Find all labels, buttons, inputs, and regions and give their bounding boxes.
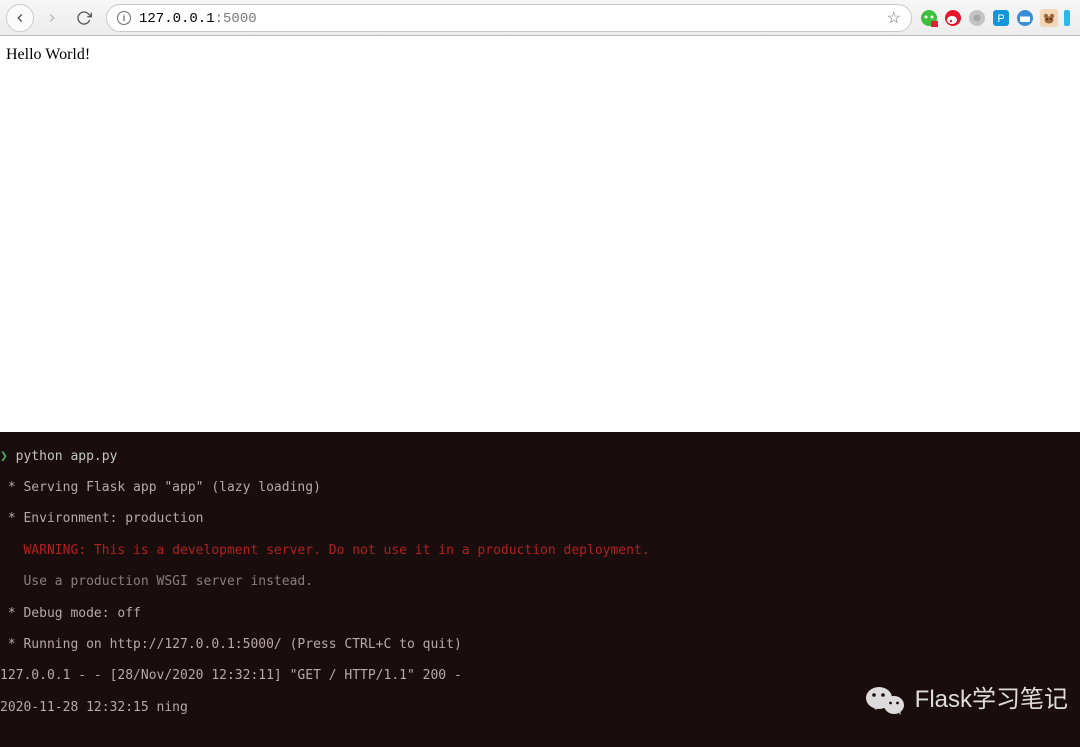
site-info-icon[interactable]: i <box>117 11 131 25</box>
watermark-text: Flask学习笔记 <box>915 692 1068 708</box>
extension-icon-weibo[interactable] <box>944 9 962 27</box>
terminal-line: * Running on http://127.0.0.1:5000/ (Pre… <box>0 637 1080 653</box>
extension-icon-window[interactable] <box>1016 9 1034 27</box>
extension-icon-grey[interactable] <box>968 9 986 27</box>
prompt-icon: ❯ <box>0 449 8 464</box>
page-text: Hello World! <box>6 46 90 63</box>
extension-icon-monkey[interactable] <box>1040 9 1058 27</box>
terminal-line: * Environment: production <box>0 511 1080 527</box>
browser-toolbar: i 127.0.0.1:5000 ☆ P <box>0 0 1080 36</box>
terminal-warning-line: WARNING: This is a development server. D… <box>0 543 1080 559</box>
extension-icon-green[interactable] <box>920 9 938 27</box>
terminal-line: 127.0.0.1 - - [28/Nov/2020 12:32:11] "GE… <box>0 668 1080 684</box>
terminal-line: ❯ python app.py <box>0 449 1080 465</box>
terminal[interactable]: ❯ python app.py * Serving Flask app "app… <box>0 432 1080 747</box>
reload-button[interactable] <box>70 4 98 32</box>
watermark: Flask学习笔记 <box>865 683 1068 717</box>
extension-icons: P <box>920 9 1074 27</box>
terminal-line: * Debug mode: off <box>0 606 1080 622</box>
svg-text:P: P <box>997 13 1004 25</box>
terminal-line: Use a production WSGI server instead. <box>0 574 1080 590</box>
terminal-line: * Serving Flask app "app" (lazy loading) <box>0 480 1080 496</box>
wechat-icon <box>865 683 905 717</box>
extension-icon-edge[interactable] <box>1064 9 1070 27</box>
bookmark-star-icon[interactable]: ☆ <box>887 8 901 28</box>
address-bar[interactable]: i 127.0.0.1:5000 ☆ <box>106 4 912 32</box>
terminal-command: python app.py <box>16 449 118 464</box>
back-button[interactable] <box>6 4 34 32</box>
url-text: 127.0.0.1:5000 <box>139 9 257 27</box>
page-body: Hello World! <box>0 36 1080 74</box>
forward-button[interactable] <box>38 4 66 32</box>
extension-icon-blue[interactable]: P <box>992 9 1010 27</box>
